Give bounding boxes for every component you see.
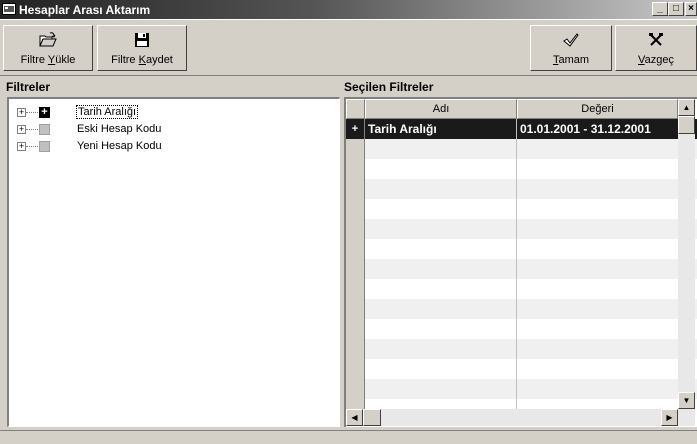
grid-row-empty — [346, 159, 697, 179]
vazgec-button[interactable]: Vazgeç — [615, 25, 697, 71]
filtre-yukle-label-pre: Filtre — [20, 54, 48, 66]
scroll-up-button[interactable]: ▲ — [678, 99, 695, 116]
cell-degeri[interactable]: 01.01.2001 - 31.12.2001 — [517, 119, 677, 139]
filtre-kaydet-button[interactable]: Filtre Kaydet — [97, 25, 187, 71]
row-indicator: + — [346, 119, 365, 139]
grid-corner-header — [346, 99, 365, 119]
filtre-kaydet-label-hotkey: K — [138, 54, 146, 66]
status-bar — [0, 430, 697, 444]
close-button[interactable]: × — [685, 2, 697, 16]
column-header-degeri[interactable]: Değeri — [517, 99, 678, 119]
selected-filters-grid[interactable]: Adı Değeri + Tarih Aralığı 01.01.2001 - … — [344, 97, 697, 427]
maximize-icon: □ — [672, 3, 680, 14]
grid-row-empty — [346, 259, 697, 279]
cross-tools-icon — [616, 32, 696, 48]
folder-open-icon — [4, 32, 92, 48]
app-window-icon[interactable] — [2, 2, 16, 16]
filters-panel-label: Filtreler — [6, 80, 51, 94]
scroll-down-button[interactable]: ▼ — [678, 392, 695, 409]
arrow-up-icon: ▲ — [682, 103, 691, 112]
tree-item-label: Eski Hesap Kodu — [77, 123, 162, 135]
window-title: Hesaplar Arası Aktarım — [19, 3, 151, 17]
tree-item-label: Yeni Hesap Kodu — [77, 140, 162, 152]
scroll-left-button[interactable]: ◀ — [346, 409, 363, 426]
grid-row-empty — [346, 239, 697, 259]
tamam-label-post: amam — [558, 54, 590, 66]
minimize-button[interactable]: _ — [652, 2, 668, 16]
grid-row-empty — [346, 379, 697, 399]
filtre-kaydet-label-pre: Filtre — [111, 54, 139, 66]
vazgec-label-post: azgeç — [644, 54, 674, 66]
cell-adi[interactable]: Tarih Aralığı — [365, 119, 517, 139]
grid-row-empty — [346, 199, 697, 219]
column-header-adi[interactable]: Adı — [365, 99, 517, 119]
arrow-left-icon: ◀ — [351, 413, 358, 422]
horizontal-scrollbar[interactable]: ◀ ▶ — [346, 409, 695, 426]
grid-row-empty — [346, 139, 697, 159]
checkbox-icon[interactable] — [39, 124, 50, 135]
filters-tree[interactable]: + + Tarih Aralığı + Eski Hesap Kodu + Ye… — [7, 97, 340, 427]
expand-plus-icon[interactable]: + — [17, 125, 26, 134]
vertical-scrollbar[interactable]: ▲ ▼ — [678, 99, 695, 409]
grid-row-empty — [346, 339, 697, 359]
expand-plus-icon[interactable]: + — [17, 142, 26, 151]
grid-row-empty — [346, 219, 697, 239]
tree-item-label: Tarih Aralığı — [76, 105, 139, 119]
scroll-right-button[interactable]: ▶ — [661, 409, 678, 426]
filtre-yukle-label-post: ükle — [55, 54, 76, 66]
close-icon: × — [688, 3, 694, 14]
floppy-disk-icon — [98, 32, 186, 48]
grid-row[interactable]: + Tarih Aralığı 01.01.2001 - 31.12.2001 — [346, 119, 697, 139]
filtre-yukle-button[interactable]: Filtre Yükle — [3, 25, 93, 71]
grid-row-empty — [346, 279, 697, 299]
arrow-down-icon: ▼ — [682, 396, 691, 405]
grid-row-empty — [346, 319, 697, 339]
title-bar: Hesaplar Arası Aktarım _ □ × — [0, 0, 697, 19]
expand-plus-icon[interactable]: + — [17, 108, 26, 117]
hscroll-thumb[interactable] — [363, 409, 381, 426]
selected-filters-label: Seçilen Filtreler — [344, 80, 434, 94]
toolbar: Filtre Yükle Filtre Kaydet Tamam Vazgeç — [0, 19, 697, 76]
grid-row-empty — [346, 179, 697, 199]
tamam-button[interactable]: Tamam — [530, 25, 612, 71]
grid-row-empty — [346, 359, 697, 379]
scroll-thumb[interactable] — [678, 116, 695, 134]
maximize-button[interactable]: □ — [668, 2, 684, 16]
checkmark-icon — [531, 32, 611, 48]
arrow-right-icon: ▶ — [666, 413, 673, 422]
tree-item-eski-hesap-kodu[interactable]: + Eski Hesap Kodu — [17, 122, 317, 138]
minimize-icon: _ — [657, 3, 663, 14]
checkbox-checked-icon[interactable]: + — [39, 107, 50, 118]
tree-item-tarih-araligi[interactable]: + + Tarih Aralığı — [17, 105, 317, 121]
checkbox-icon[interactable] — [39, 141, 50, 152]
grid-row-empty — [346, 299, 697, 319]
tree-item-yeni-hesap-kodu[interactable]: + Yeni Hesap Kodu — [17, 139, 317, 155]
filtre-kaydet-label-post: aydet — [145, 54, 173, 66]
